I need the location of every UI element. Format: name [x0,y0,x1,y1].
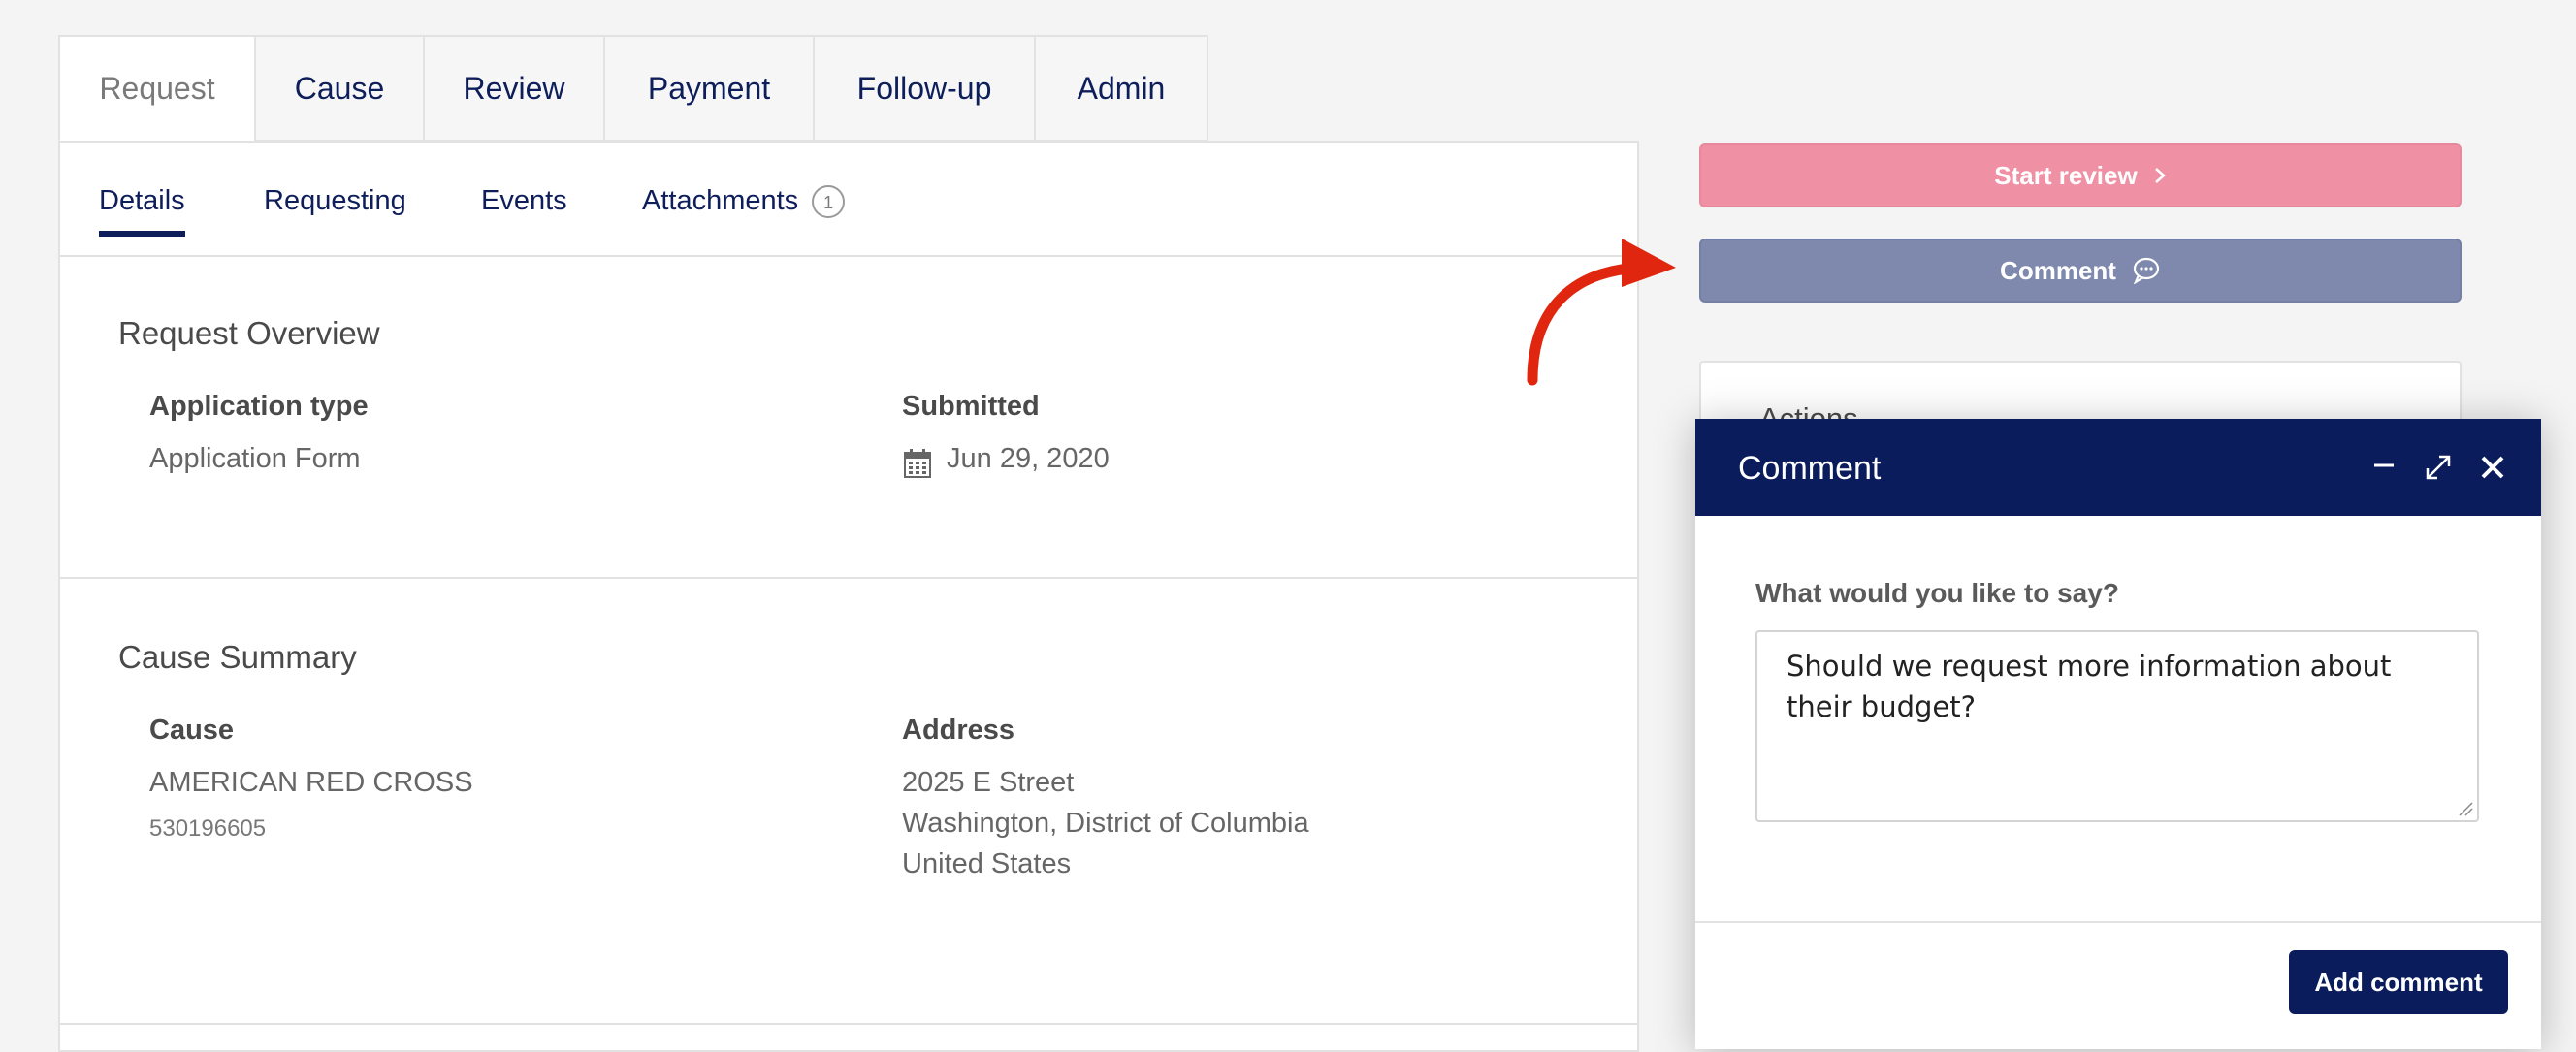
speech-bubble-icon [2133,257,2160,284]
sub-tab-bar: Details Requesting Events Attachments 1 [60,143,1637,257]
close-icon[interactable] [2475,450,2510,485]
tab-admin[interactable]: Admin [1034,35,1208,142]
start-review-label: Start review [1994,160,2138,190]
tab-payment[interactable]: Payment [603,35,813,142]
attachments-count-badge: 1 [812,185,846,219]
request-overview-title: Request Overview [118,315,380,351]
tab-attachments-label: Attachments [642,185,799,216]
start-review-button[interactable]: Start review [1699,143,2462,207]
tab-cause[interactable]: Cause [254,35,423,142]
cause-label: Cause [149,715,235,746]
comment-text: Should we request more information about… [1787,650,2392,723]
chevron-right-icon [2154,168,2166,183]
application-type-value: Application Form [149,443,361,474]
address-line-2: Washington, District of Columbia [902,808,1309,839]
comment-textarea[interactable]: Should we request more information about… [1755,630,2479,822]
modal-title: Comment [1738,450,1882,487]
minimize-icon[interactable] [2367,450,2401,485]
comment-question-label: What would you like to say? [1755,578,2119,608]
red-arrow-icon [1527,239,1676,386]
tab-request[interactable]: Request [58,35,254,142]
request-panel: Details Requesting Events Attachments 1 R… [58,141,1639,1052]
cause-id: 530196605 [149,815,267,842]
section-divider-bottom [60,1023,1637,1025]
expand-icon[interactable] [2421,450,2456,485]
calendar-icon [904,449,931,478]
address-label: Address [902,715,1015,746]
tab-requesting[interactable]: Requesting [264,185,406,217]
section-divider [60,577,1637,579]
tab-attachments[interactable]: Attachments 1 [642,185,846,219]
submitted-date: Jun 29, 2020 [947,443,1110,474]
application-type-label: Application type [149,391,369,422]
address-line-3: United States [902,848,1072,879]
comment-button[interactable]: Comment [1699,239,2462,303]
cause-summary-title: Cause Summary [118,639,357,675]
submitted-label: Submitted [902,391,1040,422]
top-tab-bar: Request Cause Review Payment Follow-up A… [58,35,1208,142]
tab-details[interactable]: Details [99,185,185,237]
modal-divider [1695,921,2541,923]
address-line-1: 2025 E Street [902,767,1075,798]
comment-button-label: Comment [2000,255,2116,285]
tab-events[interactable]: Events [481,185,567,217]
resize-handle-icon[interactable] [2458,801,2473,816]
modal-header: Comment [1695,419,2541,516]
tab-review[interactable]: Review [423,35,603,142]
tab-follow-up[interactable]: Follow-up [813,35,1034,142]
comment-modal: Comment What would you like to say? Shou… [1695,419,2541,1049]
cause-name: AMERICAN RED CROSS [149,767,473,798]
add-comment-button[interactable]: Add comment [2289,950,2508,1014]
